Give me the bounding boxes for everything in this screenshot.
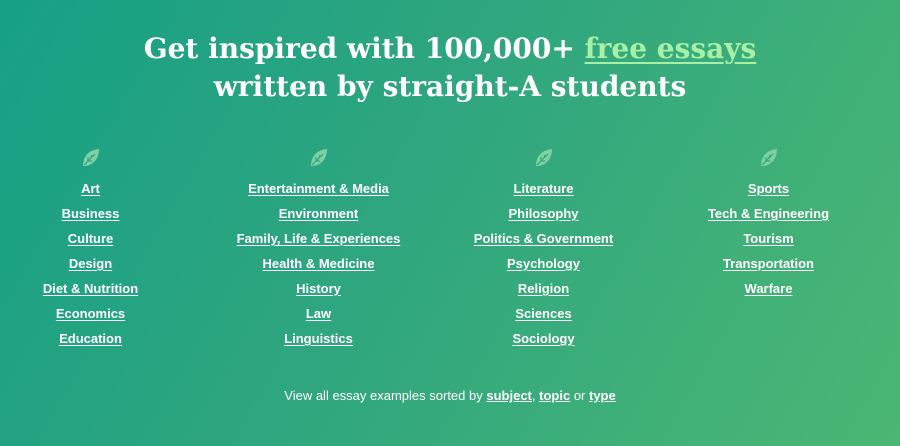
footer-separator-comma: , (531, 388, 536, 403)
hero-line-1: Get inspired with 100,000+ free essays (0, 30, 900, 68)
list-item: Diet & Nutrition (0, 276, 203, 301)
list-item: Health & Medicine (206, 251, 431, 276)
category-link[interactable]: Diet & Nutrition (43, 281, 138, 296)
category-link[interactable]: Health & Medicine (263, 256, 375, 271)
list-item: Culture (0, 226, 203, 251)
list-item: Transportation (656, 251, 881, 276)
list-item: Business (0, 201, 203, 226)
leaf-icon (760, 149, 777, 166)
leaf-icon (310, 149, 327, 166)
list-item: History (206, 276, 431, 301)
category-link[interactable]: Design (69, 256, 112, 271)
category-link[interactable]: History (296, 281, 341, 296)
list-item: Politics & Government (431, 226, 656, 251)
list-item: Art (0, 176, 203, 201)
list-item: Tourism (656, 226, 881, 251)
list-item: Philosophy (431, 201, 656, 226)
footer-separator-or: or (573, 388, 586, 403)
list-item: Linguistics (206, 326, 431, 351)
list-item: Literature (431, 176, 656, 201)
category-link[interactable]: Literature (514, 181, 574, 196)
category-link[interactable]: Economics (56, 306, 125, 321)
category-link[interactable]: Art (81, 181, 100, 196)
category-column-3: Literature Philosophy Politics & Governm… (431, 146, 656, 351)
category-link[interactable]: Sociology (512, 331, 574, 346)
footer-prefix: View all essay examples sorted by (284, 388, 483, 403)
free-essays-link[interactable]: free essays (585, 32, 757, 65)
category-list: Sports Tech & Engineering Tourism Transp… (656, 176, 881, 301)
list-item: Design (0, 251, 203, 276)
category-link[interactable]: Sports (748, 181, 789, 196)
list-item: Economics (0, 301, 203, 326)
category-link[interactable]: Law (306, 306, 331, 321)
category-link[interactable]: Culture (68, 231, 114, 246)
list-item: Sports (656, 176, 881, 201)
category-link[interactable]: Politics & Government (474, 231, 613, 246)
category-link[interactable]: Tech & Engineering (708, 206, 829, 221)
list-item: Sciences (431, 301, 656, 326)
category-link[interactable]: Religion (518, 281, 569, 296)
list-item: Sociology (431, 326, 656, 351)
leaf-icon (82, 149, 99, 166)
category-link[interactable]: Linguistics (284, 331, 353, 346)
hero-line-1-prefix: Get inspired with 100,000+ (143, 32, 575, 65)
topic-link[interactable]: topic (539, 388, 570, 403)
category-link[interactable]: Entertainment & Media (248, 181, 389, 196)
subject-link[interactable]: subject (486, 388, 532, 403)
list-item: Religion (431, 276, 656, 301)
list-item: Tech & Engineering (656, 201, 881, 226)
category-list: Art Business Culture Design Diet & Nutri… (0, 176, 203, 351)
category-list: Entertainment & Media Environment Family… (206, 176, 431, 351)
category-list: Literature Philosophy Politics & Governm… (431, 176, 656, 351)
category-column-4: Sports Tech & Engineering Tourism Transp… (656, 146, 881, 301)
list-item: Psychology (431, 251, 656, 276)
list-item: Warfare (656, 276, 881, 301)
footer-sort-links: View all essay examples sorted by subjec… (0, 388, 900, 403)
hero-heading: Get inspired with 100,000+ free essays w… (0, 30, 900, 106)
category-link[interactable]: Environment (279, 206, 358, 221)
category-column-2: Entertainment & Media Environment Family… (206, 146, 431, 351)
category-link[interactable]: Warfare (745, 281, 793, 296)
list-item: Education (0, 326, 203, 351)
category-link[interactable]: Education (59, 331, 122, 346)
type-link[interactable]: type (589, 388, 616, 403)
list-item: Entertainment & Media (206, 176, 431, 201)
category-link[interactable]: Sciences (515, 306, 571, 321)
list-item: Family, Life & Experiences (206, 226, 431, 251)
category-column-1: Art Business Culture Design Diet & Nutri… (0, 146, 203, 351)
list-item: Environment (206, 201, 431, 226)
category-link[interactable]: Philosophy (508, 206, 578, 221)
category-link[interactable]: Business (62, 206, 120, 221)
category-link[interactable]: Transportation (723, 256, 814, 271)
category-link[interactable]: Family, Life & Experiences (237, 231, 401, 246)
category-link[interactable]: Psychology (507, 256, 580, 271)
hero-line-2: written by straight-A students (213, 70, 687, 103)
leaf-icon (535, 149, 552, 166)
list-item: Law (206, 301, 431, 326)
category-link[interactable]: Tourism (743, 231, 793, 246)
